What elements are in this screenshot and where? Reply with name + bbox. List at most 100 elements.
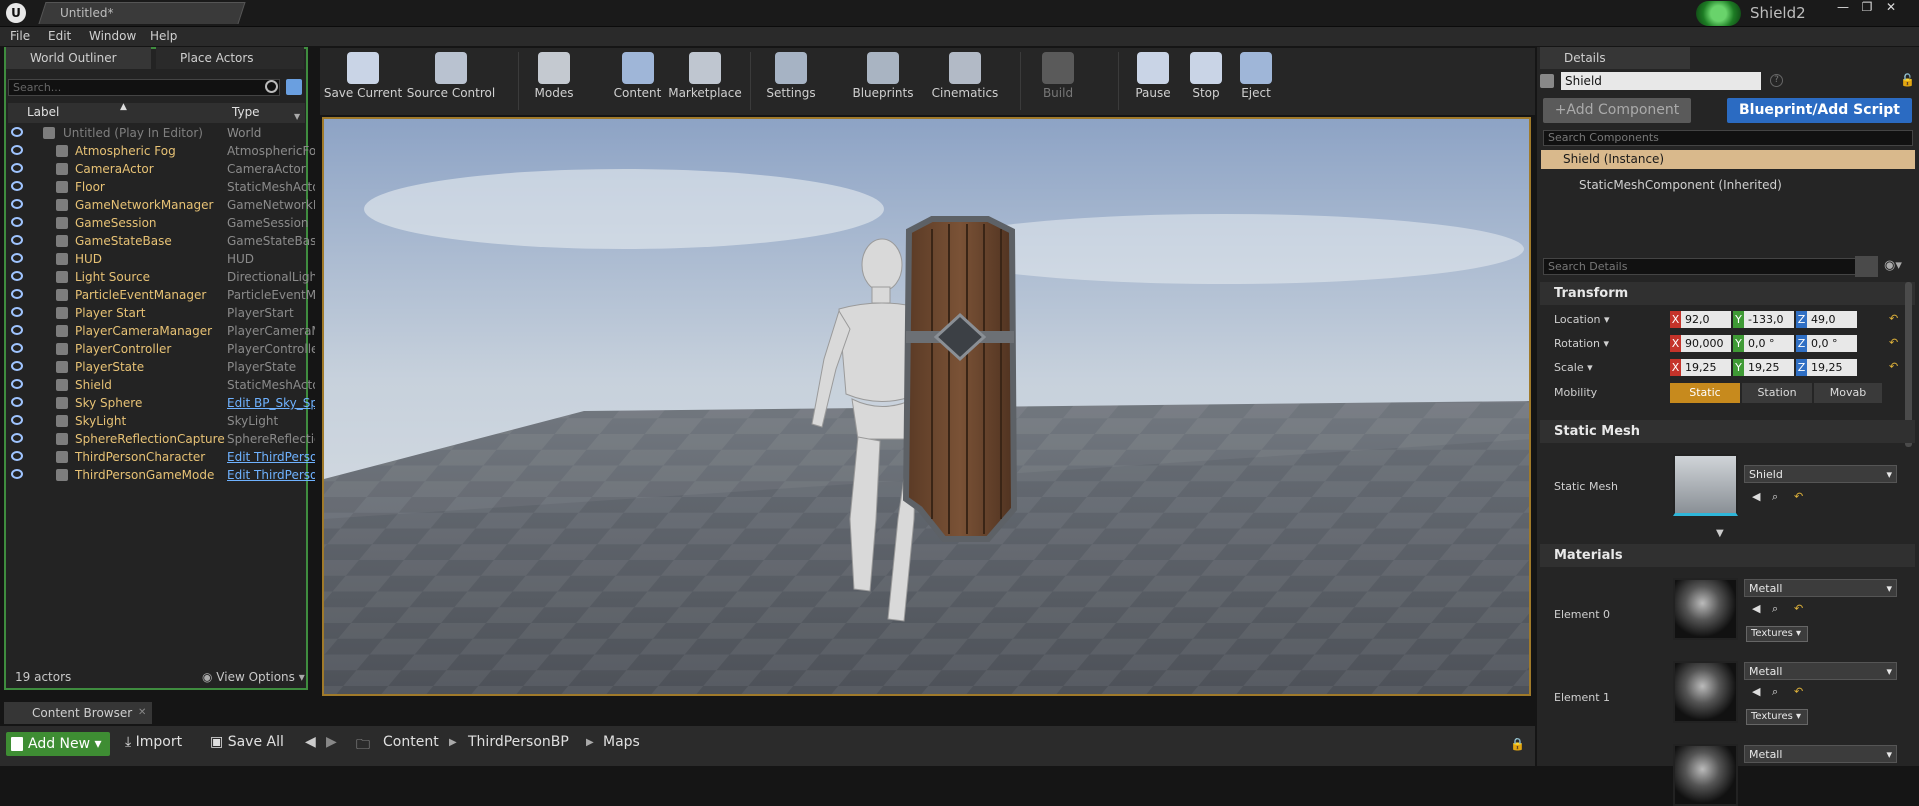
visibility-eye-icon[interactable] xyxy=(11,379,23,389)
help-icon[interactable]: ? xyxy=(1770,74,1783,87)
toolbar-blueprints-button[interactable]: Blueprints xyxy=(852,48,914,115)
outliner-row[interactable]: Shield StaticMeshActor xyxy=(8,376,315,394)
outliner-row[interactable]: Sky Sphere Edit BP_Sky_Sphere xyxy=(8,394,315,412)
visibility-eye-icon[interactable] xyxy=(11,253,23,263)
tab-details[interactable]: Details xyxy=(1540,47,1690,69)
toolbar-save-current-button[interactable]: Save Current xyxy=(323,48,403,115)
location-z-field[interactable]: 49,0 xyxy=(1807,311,1857,328)
textures-dropdown[interactable]: Textures ▾ xyxy=(1746,626,1808,642)
toolbar-modes-button[interactable]: Modes xyxy=(528,48,580,115)
outliner-row[interactable]: Atmospheric Fog AtmosphericFog xyxy=(8,142,315,160)
location-label[interactable]: Location ▾ xyxy=(1554,313,1610,326)
outliner-row-type[interactable]: Edit BP_Sky_Sphere xyxy=(227,396,315,410)
chevron-down-icon[interactable]: ▼ xyxy=(294,112,300,121)
scale-y-field[interactable]: 19,25 xyxy=(1744,359,1794,376)
toolbar-source-control-button[interactable]: Source Control xyxy=(405,48,497,115)
use-selected-arrow-icon[interactable]: ◀ xyxy=(1752,685,1760,698)
visibility-eye-icon[interactable] xyxy=(11,145,23,155)
mobility-static-button[interactable]: Static xyxy=(1670,383,1740,403)
reset-arrow-icon[interactable]: ↶ xyxy=(1794,685,1803,698)
eye-icon[interactable]: ◉▾ xyxy=(1884,258,1902,273)
visibility-eye-icon[interactable] xyxy=(11,289,23,299)
tab-place-actors[interactable]: Place Actors xyxy=(156,47,304,69)
minimize-button[interactable]: — xyxy=(1832,0,1854,16)
outliner-row[interactable]: GameStateBase GameStateBase xyxy=(8,232,315,250)
scale-x-field[interactable]: 19,25 xyxy=(1681,359,1731,376)
add-filter-icon[interactable] xyxy=(286,79,302,95)
outliner-row-type[interactable]: Edit ThirdPersonCharacter xyxy=(227,450,315,464)
reset-to-default-icon[interactable]: ↶ xyxy=(1889,360,1898,373)
menu-window[interactable]: Window xyxy=(89,29,136,43)
section-static-mesh[interactable]: Static Mesh xyxy=(1540,420,1915,443)
rotation-z-field[interactable]: 0,0 ° xyxy=(1807,335,1857,352)
material-thumbnail[interactable] xyxy=(1673,578,1738,640)
toolbar-cinematics-button[interactable]: Cinematics xyxy=(931,48,999,115)
material-thumbnail[interactable] xyxy=(1673,661,1738,723)
folder-icon[interactable]: 🗀 xyxy=(356,734,370,758)
reset-arrow-icon[interactable]: ↶ xyxy=(1794,602,1803,615)
visibility-eye-icon[interactable] xyxy=(11,217,23,227)
forward-arrow-icon[interactable]: ▶ xyxy=(326,734,337,750)
tab-content-browser[interactable]: Content Browser xyxy=(4,702,152,724)
toolbar-marketplace-button[interactable]: Marketplace xyxy=(668,48,742,115)
outliner-row[interactable]: CameraActor CameraActor xyxy=(8,160,306,178)
outliner-row[interactable]: SphereReflectionCaptureSphereReflectionC… xyxy=(8,430,315,448)
blueprint-add-script-button[interactable]: Blueprint/Add Script xyxy=(1727,98,1912,123)
breadcrumb-content[interactable]: Content xyxy=(383,734,439,750)
view-options-button[interactable]: ◉ View Options ▾ xyxy=(202,670,305,684)
visibility-eye-icon[interactable] xyxy=(11,307,23,317)
visibility-eye-icon[interactable] xyxy=(11,199,23,209)
add-component-button[interactable]: +Add Component xyxy=(1543,98,1691,123)
visibility-eye-icon[interactable] xyxy=(11,415,23,425)
expand-arrow-icon[interactable]: ▼ xyxy=(1716,528,1724,539)
location-y-field[interactable]: -133,0 xyxy=(1744,311,1794,328)
save-all-button[interactable]: ▣ Save All xyxy=(210,734,284,750)
toolbar-content-button[interactable]: Content xyxy=(610,48,665,115)
visibility-eye-icon[interactable] xyxy=(11,181,23,191)
scale-label[interactable]: Scale ▾ xyxy=(1554,361,1593,374)
scale-z-field[interactable]: 19,25 xyxy=(1807,359,1857,376)
visibility-eye-icon[interactable] xyxy=(11,397,23,407)
breadcrumb-separator-icon[interactable]: ▶ xyxy=(586,737,594,748)
textures-dropdown[interactable]: Textures ▾ xyxy=(1746,709,1808,725)
menu-file[interactable]: File xyxy=(10,29,30,43)
outliner-row[interactable]: GameSession GameSession xyxy=(8,214,309,232)
search-details-input[interactable]: Search Details xyxy=(1543,258,1876,275)
sort-ascending-icon[interactable]: ▲ xyxy=(120,102,127,112)
level-viewport[interactable] xyxy=(322,117,1531,696)
outliner-row[interactable]: Player Start PlayerStart xyxy=(8,304,306,322)
material-combo[interactable]: Metall ▾ xyxy=(1744,662,1897,680)
visibility-eye-icon[interactable] xyxy=(11,127,23,137)
mobility-station-button[interactable]: Station xyxy=(1742,383,1812,403)
lock-icon[interactable]: 🔓 xyxy=(1900,73,1915,87)
rotation-label[interactable]: Rotation ▾ xyxy=(1554,337,1609,350)
mobility-movable-button[interactable]: Movab xyxy=(1814,383,1882,403)
visibility-eye-icon[interactable] xyxy=(11,469,23,479)
unreal-logo-icon[interactable]: U xyxy=(6,3,26,23)
rotation-y-field[interactable]: 0,0 ° xyxy=(1744,335,1794,352)
outliner-row[interactable]: ThirdPersonGameMode Edit ThirdPersonGameM… xyxy=(8,466,315,484)
outliner-row[interactable]: ParticleEventManager ParticleEventManager xyxy=(8,286,315,304)
location-x-field[interactable]: 92,0 xyxy=(1681,311,1731,328)
rotation-x-field[interactable]: 90,000 xyxy=(1681,335,1731,352)
column-type[interactable]: Type xyxy=(232,105,260,119)
outliner-row[interactable]: PlayerController PlayerController xyxy=(8,340,315,358)
toolbar-pause-button[interactable]: Pause xyxy=(1131,48,1175,115)
material-thumbnail[interactable] xyxy=(1673,744,1738,806)
outliner-row[interactable]: ThirdPersonCharacter Edit ThirdPersonChar… xyxy=(8,448,315,466)
use-selected-arrow-icon[interactable]: ◀ xyxy=(1752,490,1760,503)
outliner-row[interactable]: Light Source DirectionalLight xyxy=(8,268,315,286)
static-mesh-thumbnail[interactable] xyxy=(1673,454,1738,516)
toolbar-stop-button[interactable]: Stop xyxy=(1184,48,1228,115)
toolbar-eject-button[interactable]: Eject xyxy=(1232,48,1280,115)
outliner-row[interactable]: PlayerCameraManager PlayerCameraManager xyxy=(8,322,315,340)
visibility-eye-icon[interactable] xyxy=(11,325,23,335)
search-components-input[interactable]: Search Components xyxy=(1543,130,1913,146)
browse-search-icon[interactable]: ⌕ xyxy=(1772,490,1778,504)
toolbar-settings-button[interactable]: Settings xyxy=(765,48,817,115)
section-transform[interactable]: Transform xyxy=(1540,282,1915,305)
outliner-row[interactable]: GameNetworkManager GameNetworkManager xyxy=(8,196,315,214)
breadcrumb-separator-icon[interactable]: ▶ xyxy=(449,737,457,748)
menu-edit[interactable]: Edit xyxy=(48,29,71,43)
visibility-eye-icon[interactable] xyxy=(11,235,23,245)
